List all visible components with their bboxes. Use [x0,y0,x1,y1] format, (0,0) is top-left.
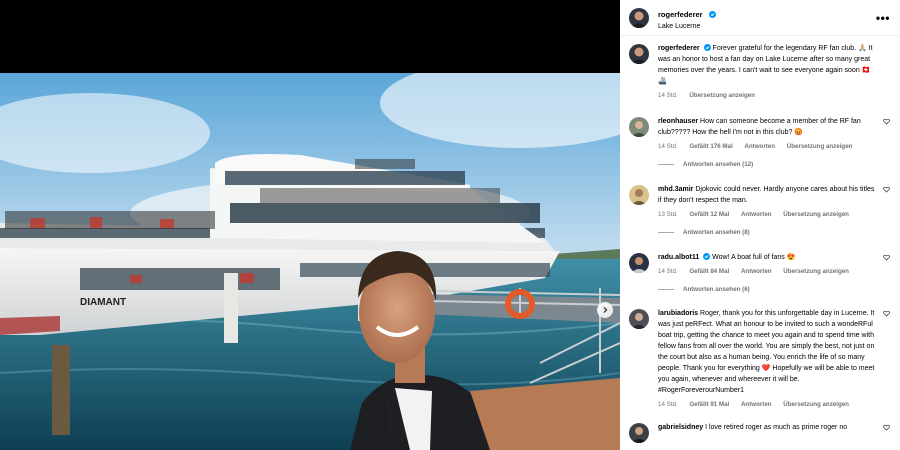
comment: mhd.3amir Djokovic could never. Hardly a… [629,184,890,236]
likes-count[interactable]: Gefällt 12 Mal [689,211,729,218]
next-photo-button[interactable] [597,302,613,318]
heart-outline-icon[interactable] [883,254,890,261]
comment-content: Wow! A boat full of fans 😍 [712,254,796,261]
reply-button[interactable]: Antworten [744,143,775,150]
comment: radu.albot11 Wow! A boat full of fans 😍 … [629,252,890,293]
timestamp: 14 Std. [658,92,678,99]
avatar[interactable] [629,309,649,329]
caption-meta: 14 Std. Übersetzung anzeigen [658,92,876,99]
view-replies-button[interactable]: Antworten ansehen (6) [658,286,876,293]
comment-list: rogerfederer Forever grateful for the le… [620,36,900,443]
replies-divider [658,164,674,165]
header-text: rogerfederer Lake Lucerne [658,4,876,30]
avatar[interactable] [629,185,649,205]
translate-link[interactable]: Übersetzung anzeigen [783,401,849,408]
comment-meta: 13 Std. Gefällt 12 Mal Antworten Überset… [658,211,876,218]
post-header: rogerfederer Lake Lucerne ••• [620,0,900,36]
profile-picture [629,44,649,64]
comment-username[interactable]: gabrielsidney [658,424,703,431]
comment-body: rleonhauser How can someone become a mem… [658,116,890,168]
profile-picture [629,253,649,273]
profile-picture [629,309,649,329]
comment-username[interactable]: mhd.3amir [658,186,693,193]
timestamp: 14 Std. [658,401,678,408]
comment-body: mhd.3amir Djokovic could never. Hardly a… [658,184,890,236]
likes-count[interactable]: Gefällt 84 Mal [689,268,729,275]
view-replies-button[interactable]: Antworten ansehen (8) [658,229,876,236]
verified-badge-icon [709,11,717,19]
post-location[interactable]: Lake Lucerne [658,23,876,31]
comment-text: radu.albot11 Wow! A boat full of fans 😍 [658,252,876,263]
comment-body: radu.albot11 Wow! A boat full of fans 😍 … [658,252,890,293]
view-replies-label: Antworten ansehen (8) [683,229,750,236]
translate-link[interactable]: Übersetzung anzeigen [787,143,853,150]
avatar[interactable] [629,7,649,28]
comment-body: gabrielsidney I love retired roger as mu… [658,422,890,443]
verified-badge-icon [703,253,711,260]
profile-picture [629,7,649,28]
caption-text: rogerfederer Forever grateful for the le… [658,43,876,87]
comment: rleonhauser How can someone become a mem… [629,116,890,168]
avatar[interactable] [629,253,649,273]
post-photo: DIAMANT [0,73,620,450]
reply-button[interactable]: Antworten [741,268,772,275]
post-viewer: DIAMANT rogerfederer Lake Lucerne ••• ro… [0,0,900,450]
view-replies-label: Antworten ansehen (12) [683,161,754,168]
caption-body: rogerfederer Forever grateful for the le… [658,43,890,99]
reply-button[interactable]: Antworten [741,211,772,218]
heart-outline-icon[interactable] [883,186,890,193]
comment-meta: 14 Std. Gefällt 91 Mal Antworten Überset… [658,401,876,408]
comment-text: gabrielsidney I love retired roger as mu… [658,422,876,433]
comment-content: I love retired roger as much as prime ro… [705,424,848,431]
comment-text: mhd.3amir Djokovic could never. Hardly a… [658,184,876,206]
avatar[interactable] [629,117,649,137]
boat-name: DIAMANT [80,297,126,308]
chevron-right-icon [603,307,608,313]
post-side-panel: rogerfederer Lake Lucerne ••• rogerfeder… [620,0,900,450]
translate-link[interactable]: Übersetzung anzeigen [783,211,849,218]
timestamp: 14 Std. [658,143,678,150]
translate-link[interactable]: Übersetzung anzeigen [783,268,849,275]
likes-count[interactable]: Gefällt 91 Mal [689,401,729,408]
avatar[interactable] [629,423,649,443]
comment-meta: 14 Std. Gefällt 176 Mal Antworten Überse… [658,143,876,150]
comment-meta: 14 Std. Gefällt 84 Mal Antworten Überset… [658,268,876,275]
comment-username[interactable]: rleonhauser [658,118,698,125]
heart-outline-icon[interactable] [883,310,890,317]
replies-divider [658,289,674,290]
avatar[interactable] [629,44,649,64]
caption-username[interactable]: rogerfederer [658,45,700,52]
profile-picture [629,423,649,443]
verified-badge-icon [703,44,711,51]
heart-outline-icon[interactable] [883,118,890,125]
timestamp: 13 Std. [658,211,678,218]
post-username[interactable]: rogerfederer [658,10,703,19]
caption: rogerfederer Forever grateful for the le… [629,43,890,99]
view-replies-label: Antworten ansehen (6) [683,286,750,293]
comment-username[interactable]: radu.albot11 [658,254,699,261]
comment: larubiadoris Roger, thank you for this u… [629,308,890,408]
timestamp: 14 Std. [658,268,678,275]
profile-picture [629,185,649,205]
selfie-boat-image: DIAMANT [0,73,620,450]
translate-link[interactable]: Übersetzung anzeigen [689,92,755,99]
comment: gabrielsidney I love retired roger as mu… [629,422,890,443]
view-replies-button[interactable]: Antworten ansehen (12) [658,161,876,168]
comment-username[interactable]: larubiadoris [658,310,698,317]
comment-content: Roger, thank you for this unforgettable … [658,310,875,394]
reply-button[interactable]: Antworten [741,401,772,408]
comment-text: rleonhauser How can someone become a mem… [658,116,876,138]
comment-text: larubiadoris Roger, thank you for this u… [658,308,876,396]
profile-picture [629,117,649,137]
likes-count[interactable]: Gefällt 176 Mal [689,143,732,150]
more-options-icon[interactable]: ••• [876,11,890,25]
post-media: DIAMANT [0,0,620,450]
replies-divider [658,232,674,233]
heart-outline-icon[interactable] [883,424,890,431]
comment-body: larubiadoris Roger, thank you for this u… [658,308,890,408]
